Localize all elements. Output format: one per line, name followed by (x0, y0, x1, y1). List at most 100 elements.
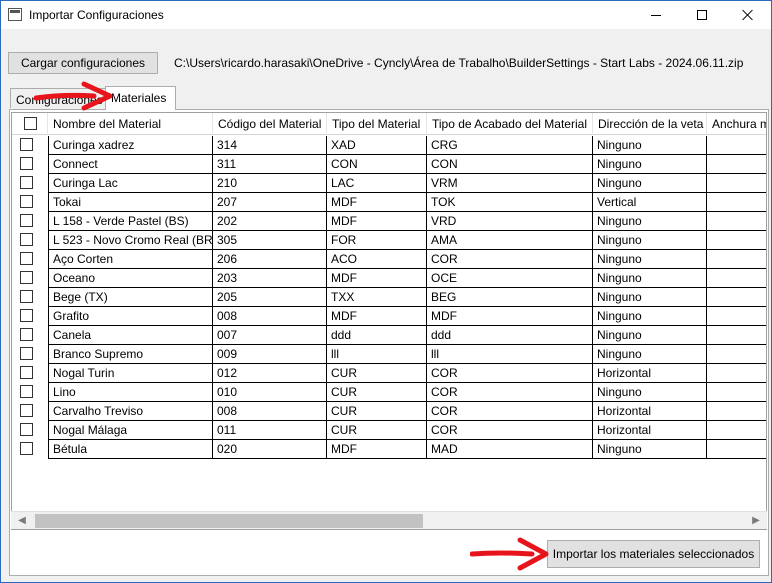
row-checkbox[interactable] (20, 195, 33, 208)
row-select-cell (12, 269, 48, 288)
cell-code: 305 (213, 231, 327, 250)
cell-finish: COR (427, 402, 593, 421)
close-icon (742, 9, 754, 21)
cell-name: Canela (48, 326, 213, 345)
table-row[interactable]: Grafito 008 MDF MDF Ninguno (12, 307, 766, 326)
row-checkbox[interactable] (20, 347, 33, 360)
chevron-right-icon[interactable]: ▶ (749, 514, 763, 528)
table-row[interactable]: Tokai 207 MDF TOK Vertical (12, 193, 766, 212)
row-select-cell (12, 421, 48, 440)
row-checkbox[interactable] (20, 233, 33, 246)
table-row[interactable]: Bétula 020 MDF MAD Ninguno (12, 440, 766, 459)
column-header-code[interactable]: Código del Material (213, 113, 327, 135)
cell-type: XAD (327, 136, 427, 155)
maximize-button[interactable] (679, 1, 725, 29)
cell-code: 020 (213, 440, 327, 459)
cell-width (707, 288, 766, 307)
row-select-cell (12, 402, 48, 421)
maximize-icon (697, 10, 707, 20)
cell-finish: CON (427, 155, 593, 174)
table-row[interactable]: Carvalho Treviso 008 CUR COR Horizontal (12, 402, 766, 421)
cell-type: CUR (327, 383, 427, 402)
grid-header: Nombre del Material Código del Material … (12, 113, 766, 135)
cell-grain: Ninguno (593, 307, 707, 326)
load-settings-button[interactable]: Cargar configuraciones (8, 52, 158, 74)
table-row[interactable]: Nogal Málaga 011 CUR COR Horizontal (12, 421, 766, 440)
tab-materiales[interactable]: Materiales (105, 86, 176, 110)
column-header-grain[interactable]: Dirección de la veta (593, 113, 707, 135)
row-checkbox[interactable] (20, 157, 33, 170)
horizontal-scrollbar[interactable]: ◀ ▶ (11, 511, 767, 529)
cell-width (707, 383, 766, 402)
cell-width (707, 212, 766, 231)
column-header-width[interactable]: Anchura m (707, 113, 766, 135)
row-checkbox[interactable] (20, 309, 33, 322)
cell-name: L 523 - Novo Cromo Real (BR) (48, 231, 213, 250)
scrollbar-thumb[interactable] (35, 514, 423, 528)
cell-grain: Ninguno (593, 383, 707, 402)
table-row[interactable]: Branco Supremo 009 lll lll Ninguno (12, 345, 766, 364)
cell-finish: ddd (427, 326, 593, 345)
table-row[interactable]: Aço Corten 206 ACO COR Ninguno (12, 250, 766, 269)
cell-grain: Horizontal (593, 364, 707, 383)
table-row[interactable]: Canela 007 ddd ddd Ninguno (12, 326, 766, 345)
column-header-name[interactable]: Nombre del Material (48, 113, 213, 135)
cell-width (707, 231, 766, 250)
table-row[interactable]: Curinga xadrez 314 XAD CRG Ninguno (12, 136, 766, 155)
cell-grain: Vertical (593, 193, 707, 212)
row-checkbox[interactable] (20, 366, 33, 379)
materials-grid: Nombre del Material Código del Material … (11, 112, 767, 530)
import-selected-button[interactable]: Importar los materiales seleccionados (547, 540, 760, 568)
row-select-cell (12, 288, 48, 307)
cell-type: MDF (327, 440, 427, 459)
row-checkbox[interactable] (20, 423, 33, 436)
cell-type: LAC (327, 174, 427, 193)
table-row[interactable]: Oceano 203 MDF OCE Ninguno (12, 269, 766, 288)
chevron-left-icon[interactable]: ◀ (15, 514, 29, 528)
cell-width (707, 307, 766, 326)
select-all-checkbox[interactable] (24, 117, 37, 130)
row-checkbox[interactable] (20, 214, 33, 227)
cell-grain: Ninguno (593, 288, 707, 307)
close-button[interactable] (725, 1, 771, 29)
table-row[interactable]: L 523 - Novo Cromo Real (BR) 305 FOR AMA Nin… (12, 231, 766, 250)
cell-code: 202 (213, 212, 327, 231)
cell-code: 207 (213, 193, 327, 212)
minimize-button[interactable] (633, 1, 679, 29)
cell-type: lll (327, 345, 427, 364)
title-bar: Importar Configuraciones (1, 1, 771, 29)
cell-width (707, 155, 766, 174)
row-checkbox[interactable] (20, 385, 33, 398)
row-checkbox[interactable] (20, 252, 33, 265)
cell-width (707, 421, 766, 440)
row-select-cell (12, 326, 48, 345)
cell-code: 011 (213, 421, 327, 440)
row-select-cell (12, 155, 48, 174)
table-row[interactable]: Lino 010 CUR COR Ninguno (12, 383, 766, 402)
column-header-type[interactable]: Tipo del Material (327, 113, 427, 135)
column-header-finish[interactable]: Tipo de Acabado del Material (427, 113, 593, 135)
cell-name: Nogal Turin (48, 364, 213, 383)
table-row[interactable]: Bege (TX) 205 TXX BEG Ninguno (12, 288, 766, 307)
row-checkbox[interactable] (20, 176, 33, 189)
cell-type: MDF (327, 193, 427, 212)
row-checkbox[interactable] (20, 404, 33, 417)
row-checkbox[interactable] (20, 290, 33, 303)
cell-type: CUR (327, 421, 427, 440)
row-select-cell (12, 231, 48, 250)
row-checkbox[interactable] (20, 271, 33, 284)
file-path-label: C:\Users\ricardo.harasaki\OneDrive - Cyn… (174, 56, 744, 70)
cell-finish: MAD (427, 440, 593, 459)
row-select-cell (12, 250, 48, 269)
table-row[interactable]: L 158 - Verde Pastel (BS) 202 MDF VRD Ningun… (12, 212, 766, 231)
table-row[interactable]: Connect 311 CON CON Ninguno (12, 155, 766, 174)
cell-type: ddd (327, 326, 427, 345)
row-checkbox[interactable] (20, 328, 33, 341)
row-checkbox[interactable] (20, 442, 33, 455)
cell-name: Curinga Lac (48, 174, 213, 193)
row-checkbox[interactable] (20, 138, 33, 151)
cell-grain: Ninguno (593, 155, 707, 174)
cell-finish: lll (427, 345, 593, 364)
table-row[interactable]: Curinga Lac 210 LAC VRM Ninguno (12, 174, 766, 193)
table-row[interactable]: Nogal Turin 012 CUR COR Horizontal (12, 364, 766, 383)
